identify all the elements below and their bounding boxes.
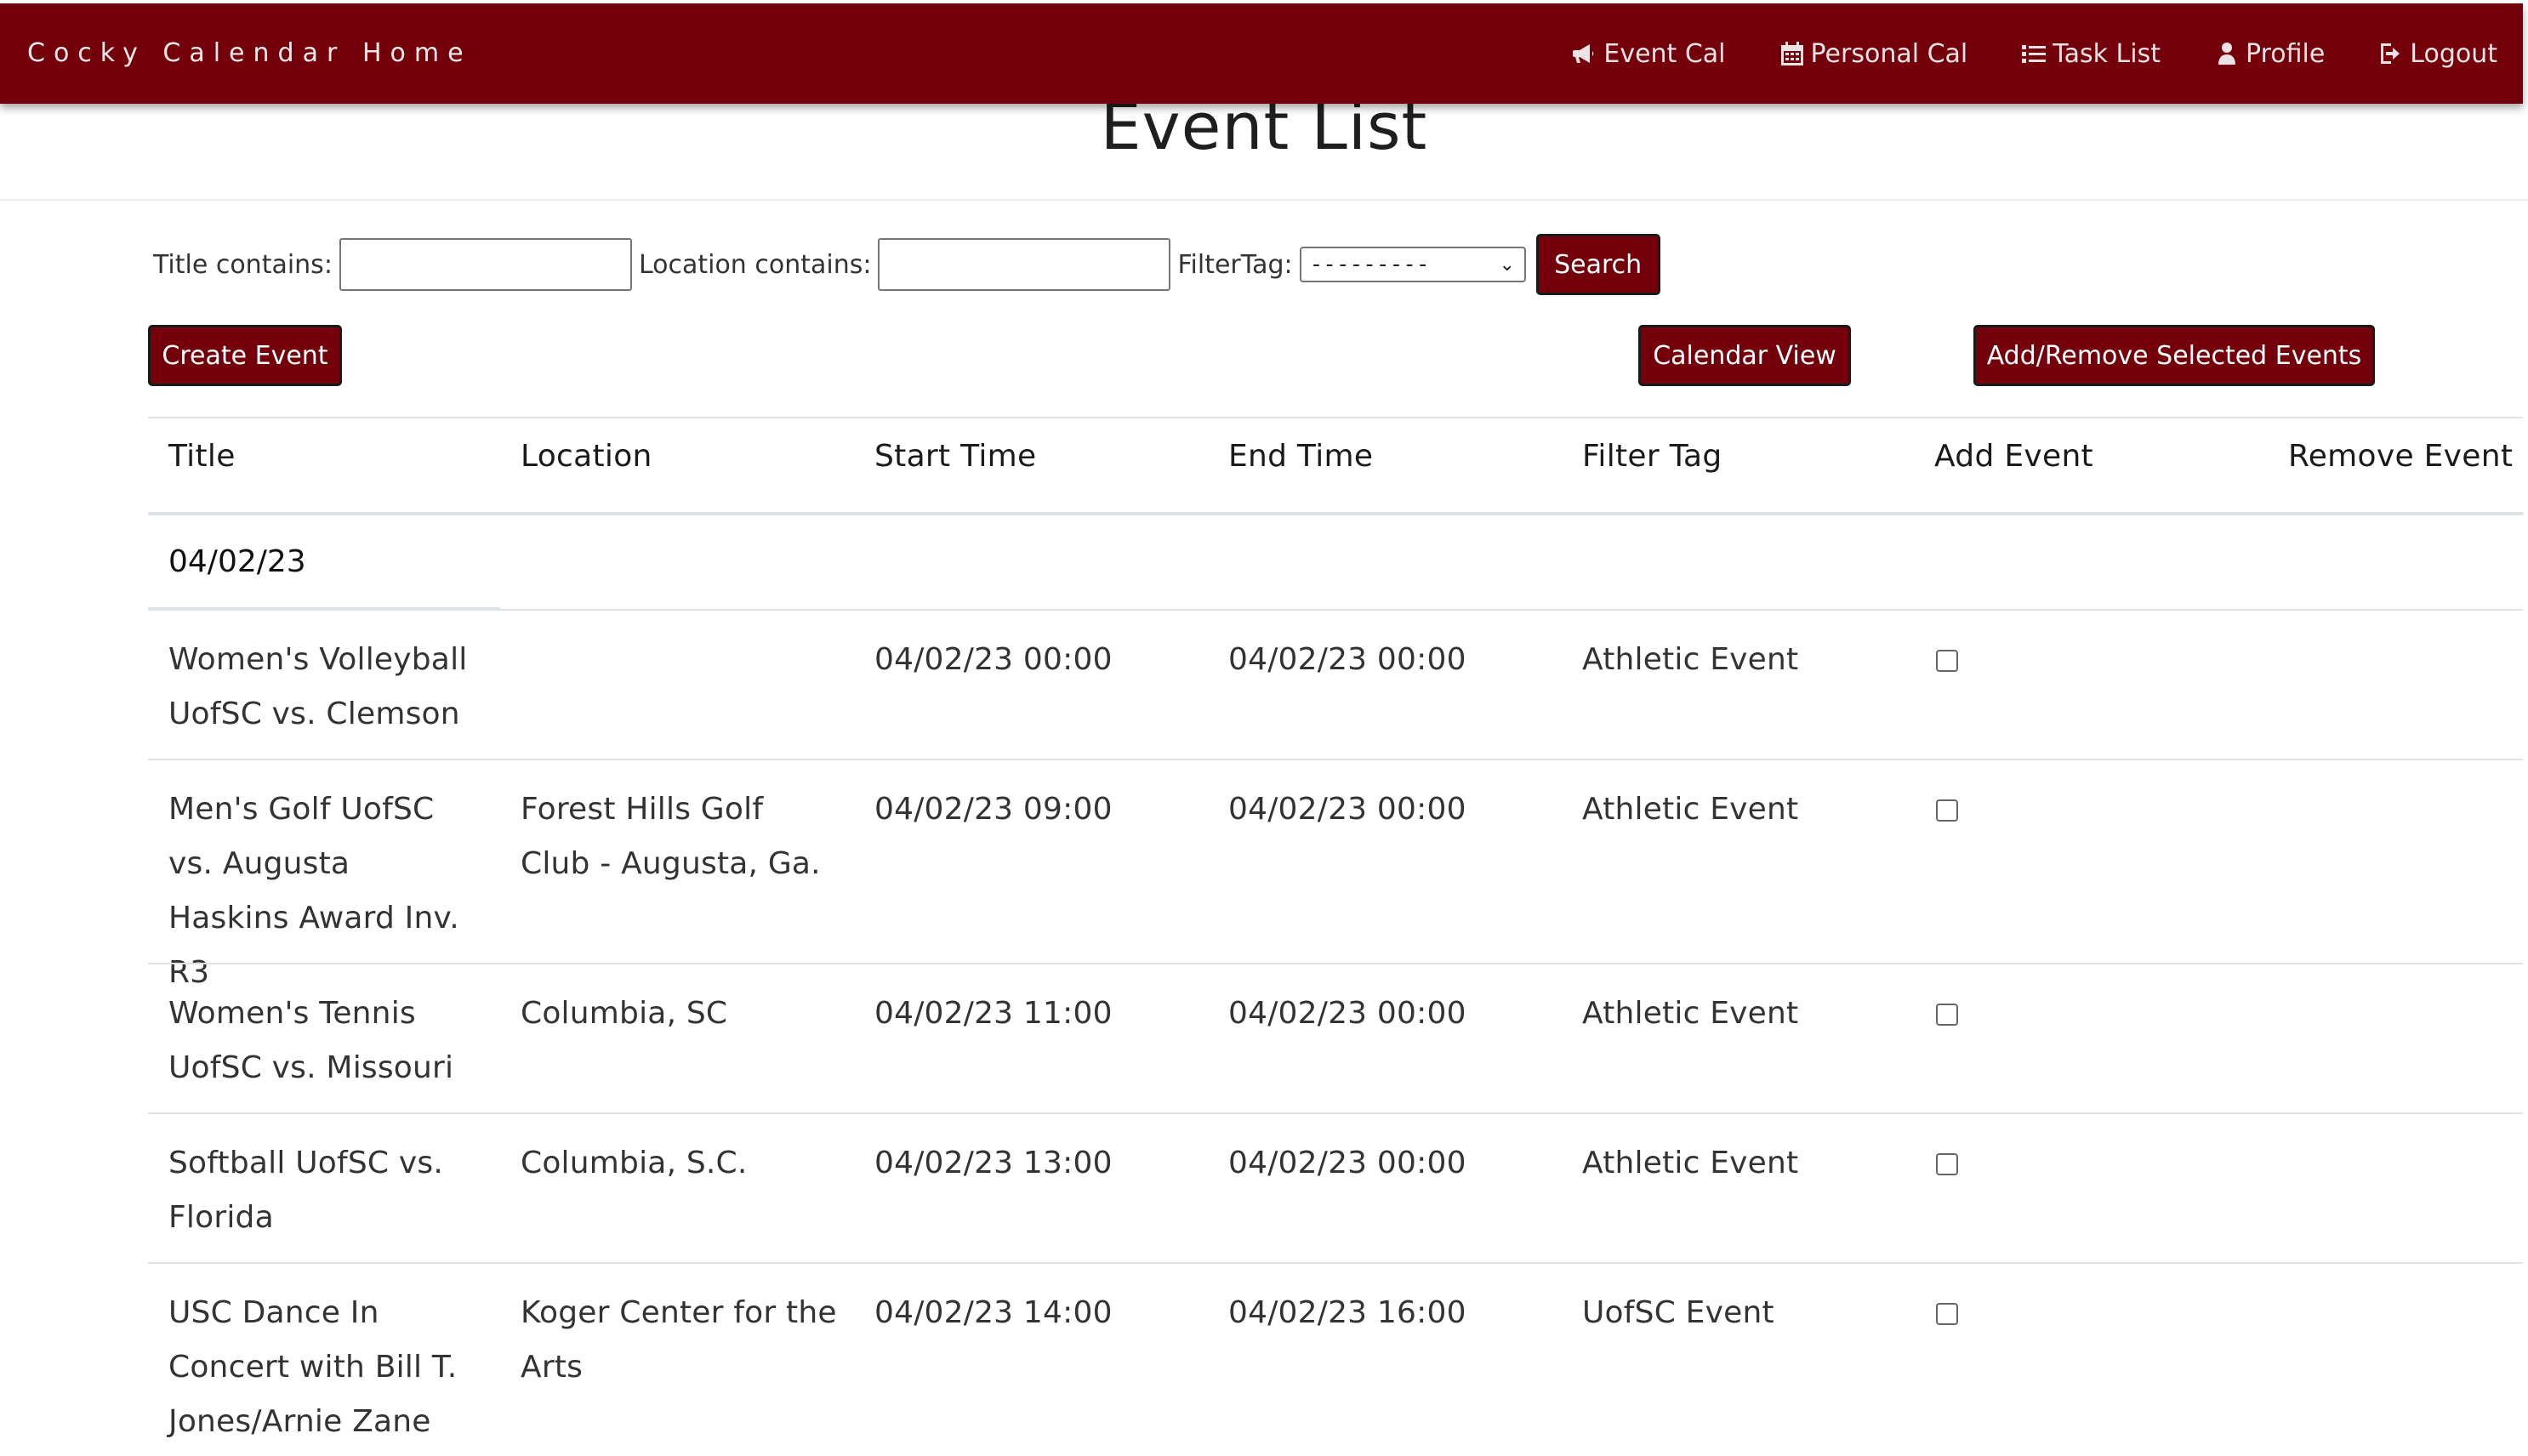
col-header-start-time: Start Time (874, 439, 1037, 474)
event-title: USC Dance In Concert with Bill T. Jones/… (168, 1295, 458, 1439)
title-divider (0, 199, 2528, 201)
add-event-checkbox[interactable] (1936, 1153, 1958, 1175)
event-end-time: 04/02/23 00:00 (1228, 792, 1466, 827)
list-icon (2022, 45, 2047, 63)
chevron-down-icon: ⌄ (1499, 253, 1515, 276)
logout-icon (2381, 43, 2400, 64)
location-filter-input[interactable] (878, 238, 1171, 291)
location-filter-label: Location contains: (638, 249, 872, 280)
nav-task-list[interactable]: Task List (2020, 39, 2161, 69)
create-event-button[interactable]: Create Event (148, 325, 342, 386)
event-start-time: 04/02/23 14:00 (874, 1295, 1113, 1330)
col-header-filter-tag: Filter Tag (1582, 439, 1722, 474)
filter-form: Title contains: Location contains: Filte… (153, 234, 1660, 295)
nav-task-list-label: Task List (2053, 38, 2161, 69)
event-title: Women's Tennis UofSC vs. Missouri (168, 996, 454, 1085)
col-header-end-time: End Time (1228, 439, 1374, 474)
add-event-checkbox[interactable] (1936, 799, 1958, 822)
event-filter-tag: UofSC Event (1582, 1295, 1774, 1330)
event-start-time: 04/02/23 09:00 (874, 792, 1113, 827)
nav-logout-label: Logout (2410, 38, 2497, 69)
nav-right-group: Event Cal Personal Cal Task List Profile… (1571, 3, 2497, 104)
event-filter-tag: Athletic Event (1582, 996, 1799, 1031)
brand-link[interactable]: Cocky Calendar (27, 3, 345, 104)
event-title: Women's Volleyball UofSC vs. Clemson (168, 642, 468, 731)
nav-event-cal[interactable]: Event Cal (1571, 38, 1726, 69)
event-end-time: 04/02/23 00:00 (1228, 642, 1466, 677)
event-end-time: 04/02/23 00:00 (1228, 996, 1466, 1031)
tag-filter-label: FilterTag: (1177, 249, 1293, 280)
nav-personal-cal-label: Personal Cal (1810, 38, 1968, 69)
calendar-view-button[interactable]: Calendar View (1638, 325, 1851, 386)
event-filter-tag: Athletic Event (1582, 1146, 1799, 1180)
add-remove-selected-button[interactable]: Add/Remove Selected Events (1973, 325, 2375, 386)
nav-home-link[interactable]: Home (362, 3, 472, 104)
top-navbar: Cocky Calendar Home Event Cal Personal C… (0, 3, 2523, 104)
tag-filter-select[interactable]: --------- ⌄ (1299, 247, 1526, 282)
event-title: Softball UofSC vs. Florida (168, 1146, 443, 1235)
event-location: Columbia, SC (521, 996, 728, 1031)
search-button[interactable]: Search (1535, 234, 1660, 295)
event-filter-tag: Athletic Event (1582, 642, 1799, 677)
table-row: Women's Tennis UofSC vs. Missouri Columb… (148, 964, 2523, 1114)
table-row: Women's Volleyball UofSC vs. Clemson 04/… (148, 611, 2523, 760)
bullhorn-icon (1573, 44, 1594, 63)
nav-logout[interactable]: Logout (2377, 39, 2497, 69)
date-group-label: 04/02/23 (168, 544, 306, 579)
add-event-checkbox[interactable] (1936, 1004, 1958, 1026)
event-start-time: 04/02/23 11:00 (874, 996, 1113, 1031)
event-location: Columbia, S.C. (521, 1146, 748, 1180)
col-header-add-event: Add Event (1934, 439, 2093, 474)
nav-event-cal-label: Event Cal (1603, 38, 1726, 69)
nav-profile[interactable]: Profile (2213, 39, 2325, 69)
user-icon (2218, 43, 2235, 65)
title-filter-input[interactable] (339, 238, 632, 291)
event-end-time: 04/02/23 16:00 (1228, 1295, 1466, 1330)
col-header-location: Location (521, 439, 652, 474)
event-filter-tag: Athletic Event (1582, 792, 1799, 827)
table-row: Men's Golf UofSC vs. Augusta Haskins Awa… (148, 760, 2523, 990)
nav-profile-label: Profile (2246, 38, 2326, 69)
col-header-remove-event: Remove Event (2288, 439, 2514, 474)
tag-filter-selected: --------- (1309, 252, 1430, 277)
add-event-checkbox[interactable] (1936, 650, 1958, 672)
calendar-icon (1780, 42, 1803, 65)
event-start-time: 04/02/23 13:00 (874, 1146, 1113, 1180)
add-event-checkbox[interactable] (1936, 1303, 1958, 1325)
nav-personal-cal[interactable]: Personal Cal (1779, 38, 1968, 69)
table-row: USC Dance In Concert with Bill T. Jones/… (148, 1264, 2523, 1456)
title-filter-label: Title contains: (153, 249, 333, 280)
event-location: Koger Center for the Arts (521, 1295, 837, 1385)
event-end-time: 04/02/23 00:00 (1228, 1146, 1466, 1180)
event-start-time: 04/02/23 00:00 (874, 642, 1113, 677)
event-location: Forest Hills Golf Club - Augusta, Ga. (521, 792, 821, 881)
col-header-title: Title (168, 439, 236, 474)
table-header-rule (148, 512, 2523, 515)
table-top-rule (148, 417, 2523, 418)
table-row: Softball UofSC vs. Florida Columbia, S.C… (148, 1114, 2523, 1264)
